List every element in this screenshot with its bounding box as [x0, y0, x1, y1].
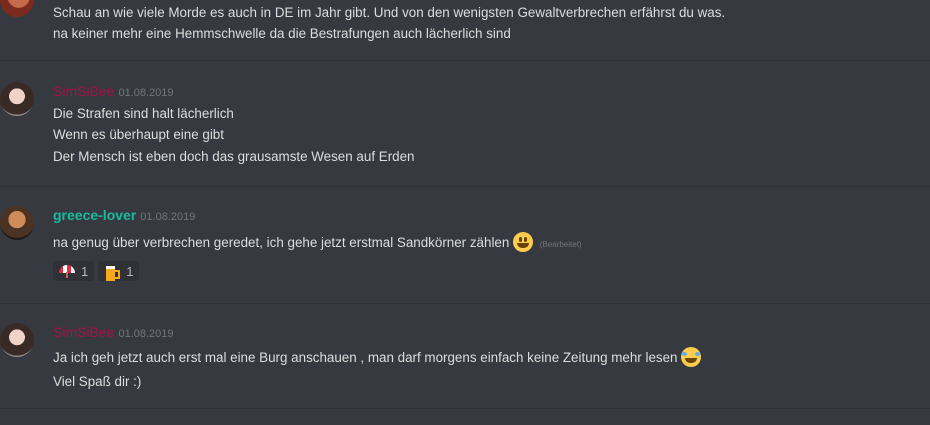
beer-icon	[104, 264, 121, 281]
message-text: Wenn es überhaupt eine gibt	[53, 127, 224, 142]
avatar[interactable]	[0, 82, 34, 116]
message-text: Schau an wie viele Morde es auch in DE i…	[53, 5, 726, 20]
reaction-count: 1	[81, 263, 89, 279]
message-text: Viel Spaß dir :)	[53, 374, 142, 389]
umbrella-on-ground-icon	[59, 264, 75, 278]
message-text: Ja ich geh jetzt auch erst mal eine Burg…	[53, 347, 702, 367]
avatar[interactable]	[0, 206, 34, 240]
message-text: Der Mensch ist eben doch das grausamste …	[53, 149, 415, 164]
message-text: na keiner mehr eine Hemmschwelle da die …	[53, 26, 511, 41]
grinning-face-icon	[513, 232, 534, 252]
face-with-tears-of-joy-icon	[681, 347, 702, 367]
message-header: SimSiBee 01.08.2019	[53, 83, 174, 99]
edited-label: (Bearbeitet)	[539, 240, 582, 249]
message-text: Die Strafen sind halt lächerlich	[53, 106, 234, 121]
username[interactable]: greece-lover	[53, 207, 136, 223]
reaction-beer[interactable]: 1	[98, 261, 140, 281]
timestamp: 01.08.2019	[118, 87, 174, 99]
avatar[interactable]	[0, 323, 34, 357]
timestamp: 01.08.2019	[118, 328, 174, 340]
divider	[0, 60, 930, 61]
divider	[0, 408, 930, 409]
username[interactable]: SimSiBee	[53, 83, 114, 99]
username[interactable]: SimSiBee	[53, 324, 114, 340]
message-header: SimSiBee 01.08.2019	[53, 324, 174, 340]
timestamp: 01.08.2019	[140, 211, 196, 223]
message-text-content: na genug über verbrechen geredet, ich ge…	[53, 235, 510, 250]
divider	[0, 186, 930, 187]
message-header: greece-lover 01.08.2019	[53, 207, 195, 223]
divider	[0, 303, 930, 304]
message-text: na genug über verbrechen geredet, ich ge…	[53, 232, 582, 252]
avatar[interactable]	[0, 0, 34, 17]
reactions: 1 1	[53, 261, 140, 281]
reaction-count: 1	[126, 263, 134, 279]
message-text-content: Ja ich geh jetzt auch erst mal eine Burg…	[53, 350, 678, 365]
reaction-umbrella[interactable]: 1	[53, 261, 95, 281]
